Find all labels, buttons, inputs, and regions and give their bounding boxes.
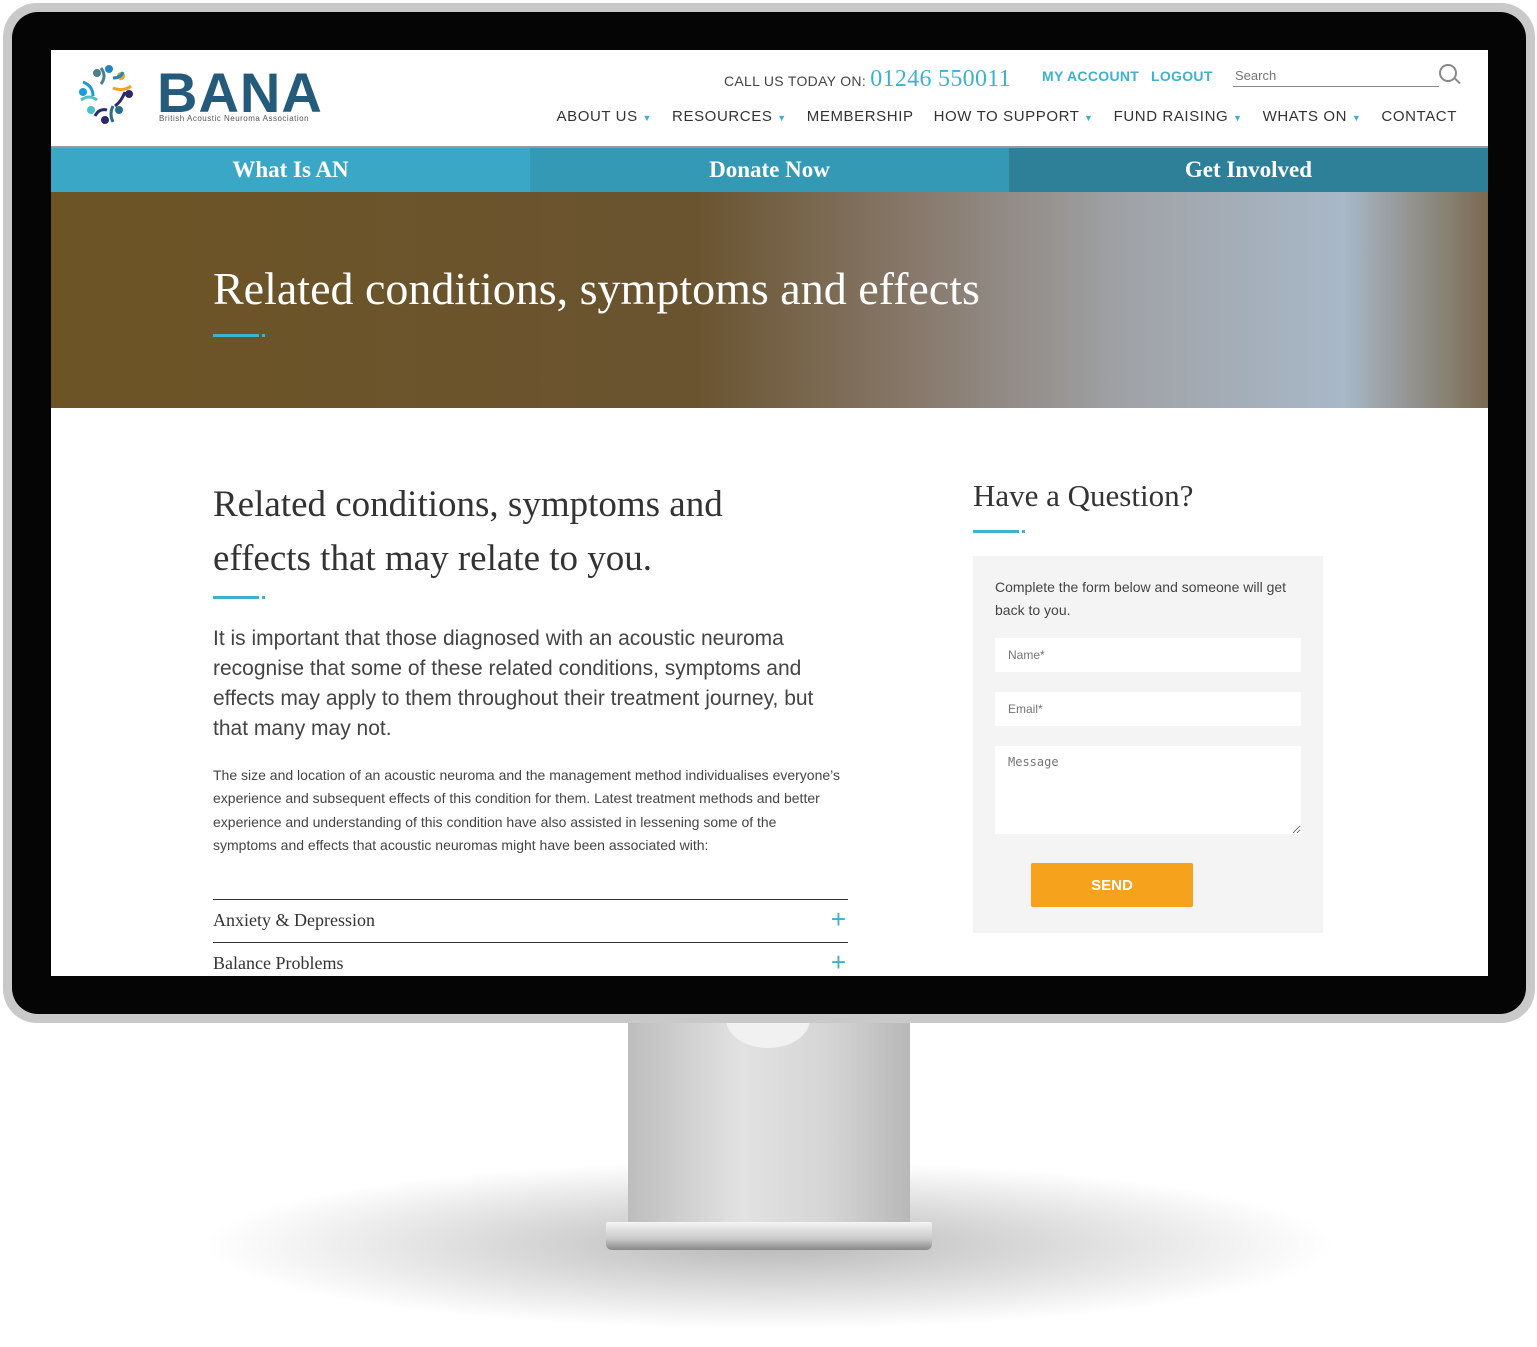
monitor-stand — [628, 990, 910, 1224]
nav-item-resources[interactable]: RESOURCES ▼ — [672, 108, 787, 125]
body-paragraph: The size and location of an acoustic neu… — [213, 767, 841, 853]
bana-logo-icon — [79, 65, 133, 124]
accordion-balance-problems[interactable]: Balance Problems + — [213, 942, 848, 976]
caret-down-icon: ▼ — [1084, 113, 1094, 123]
question-form: Complete the form below and someone will… — [973, 556, 1323, 933]
nav-item-about-us[interactable]: ABOUT US ▼ — [557, 108, 653, 125]
call-label: CALL US TODAY ON: — [724, 73, 867, 89]
phone-number[interactable]: 01246 550011 — [870, 66, 1011, 92]
message-field[interactable] — [995, 746, 1301, 834]
caret-down-icon: ▼ — [777, 113, 787, 123]
question-title: Have a Question? — [973, 478, 1194, 513]
nav-item-fund-raising[interactable]: FUND RAISING ▼ — [1114, 108, 1243, 125]
accordion-anxiety-depression[interactable]: Anxiety & Depression + — [213, 899, 848, 942]
nav-label: CONTACT — [1381, 108, 1457, 125]
caret-down-icon: ▼ — [1351, 113, 1362, 123]
nav-label: RESOURCES — [672, 108, 773, 125]
content-heading: Related conditions, symptoms and effects… — [213, 484, 723, 579]
my-account-link[interactable]: MY ACCOUNT — [1042, 68, 1139, 84]
caret-down-icon: ▼ — [642, 113, 653, 123]
question-underline — [973, 530, 1025, 533]
logout-link[interactable]: LOGOUT — [1151, 68, 1213, 84]
plus-icon[interactable]: + — [831, 947, 846, 976]
call-us: CALL US TODAY ON: 01246 550011 — [724, 66, 1011, 93]
nav-label: MEMBERSHIP — [806, 108, 914, 125]
website-screen: BANA British Acoustic Neuroma Associatio… — [51, 50, 1488, 976]
lead-paragraph: It is important that those diagnosed wit… — [213, 627, 814, 740]
email-field[interactable] — [995, 692, 1301, 726]
nav-label: WHATS ON — [1262, 108, 1348, 125]
site-header: BANA British Acoustic Neuroma Associatio… — [51, 50, 1488, 146]
accordion-label: Balance Problems — [213, 953, 344, 973]
title-underline — [213, 334, 265, 337]
search-icon[interactable] — [1439, 64, 1457, 82]
form-intro: Complete the form below and someone will… — [995, 579, 1287, 618]
monitor-base — [606, 1222, 932, 1250]
quick-link-get-involved[interactable]: Get Involved — [1009, 148, 1488, 192]
plus-icon[interactable]: + — [831, 904, 846, 935]
main-nav: ABOUT US ▼ RESOURCES ▼ MEMBERSHIP HOW TO SU… — [557, 108, 1457, 125]
search-input[interactable] — [1233, 64, 1439, 87]
quick-link-what-is-an[interactable]: What Is AN — [51, 148, 530, 192]
caret-down-icon: ▼ — [1233, 113, 1243, 123]
send-button[interactable]: SEND — [1031, 863, 1193, 907]
name-field[interactable] — [995, 638, 1301, 672]
accordion-label: Anxiety & Depression — [213, 910, 375, 930]
nav-item-how-to-support[interactable]: HOW TO SUPPORT ▼ — [934, 108, 1094, 125]
nav-item-whats-on[interactable]: WHATS ON ▼ — [1263, 108, 1362, 125]
quick-links-bar: What Is AN Donate Now Get Involved — [51, 146, 1488, 192]
nav-label: HOW TO SUPPORT — [933, 108, 1080, 125]
brand-tagline: British Acoustic Neuroma Association — [159, 114, 310, 123]
quick-link-donate-now[interactable]: Donate Now — [530, 148, 1009, 192]
nav-item-contact[interactable]: CONTACT — [1381, 108, 1457, 125]
nav-label: ABOUT US — [556, 108, 638, 125]
hero-banner: Related conditions, symptoms and effects — [51, 192, 1488, 408]
nav-item-membership[interactable]: MEMBERSHIP — [807, 108, 914, 125]
heading-underline — [213, 596, 265, 599]
hero-title: Related conditions, symptoms and effects — [213, 263, 980, 314]
nav-label: FUND RAISING — [1113, 108, 1229, 125]
